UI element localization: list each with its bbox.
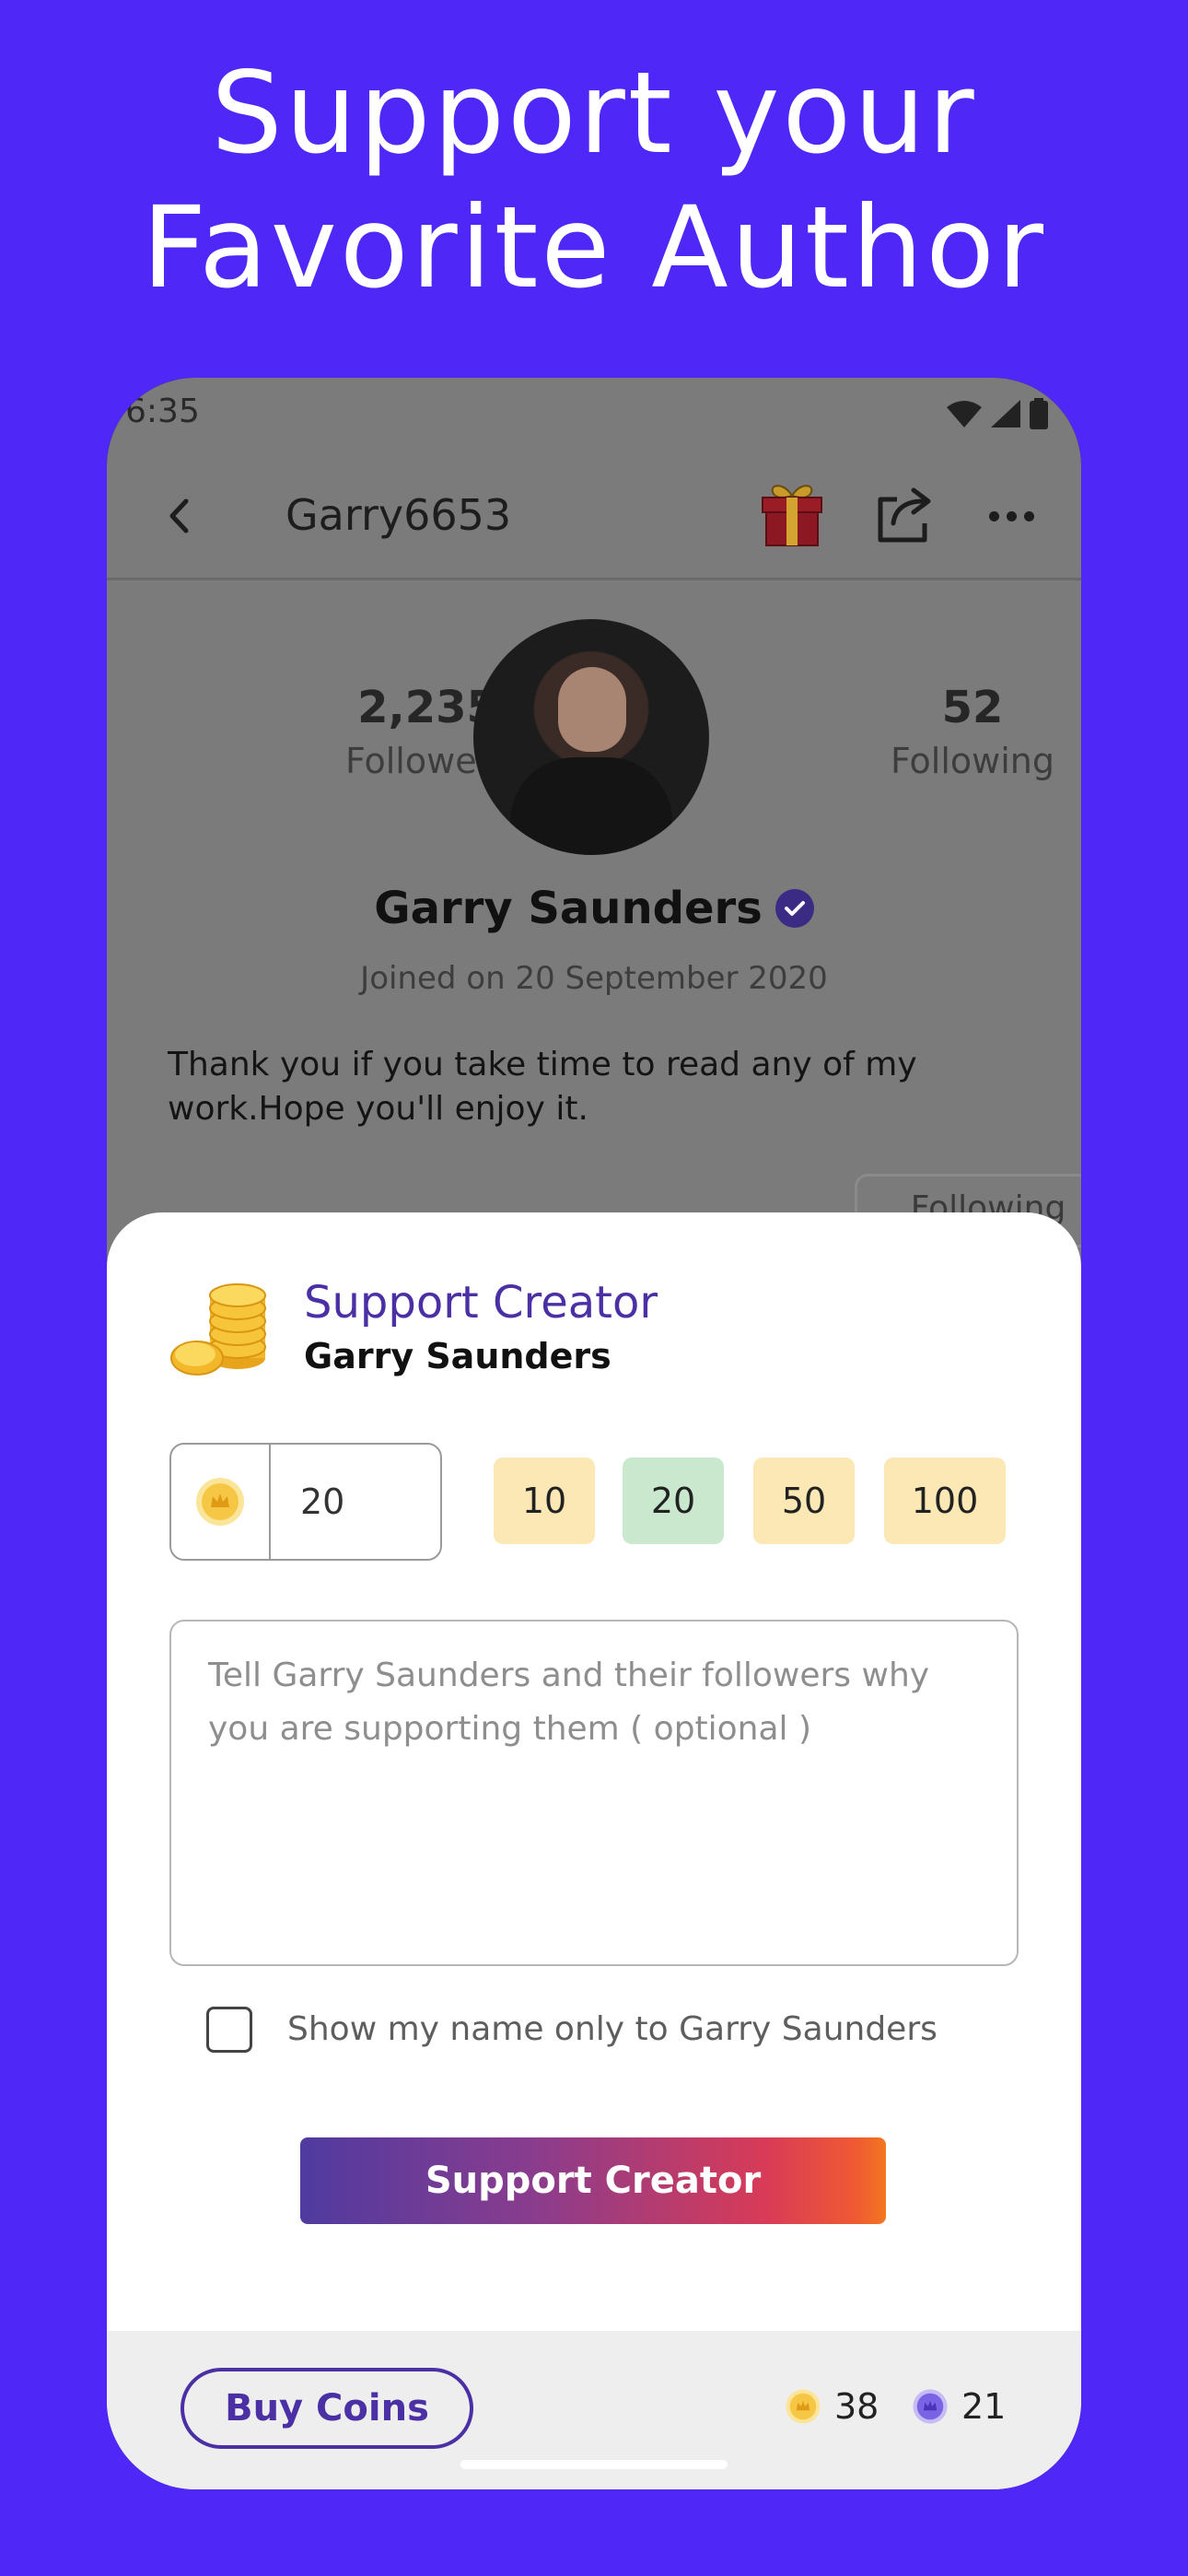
message-placeholder: Tell Garry Saunders and their followers …	[208, 1657, 930, 1748]
gold-balance: 38	[785, 2386, 879, 2427]
amount-chip-100[interactable]: 100	[884, 1458, 1006, 1544]
avatar	[473, 619, 709, 855]
amount-chip-10[interactable]: 10	[494, 1458, 595, 1544]
hero-title: Support your Favorite Author	[0, 46, 1188, 315]
show-name-checkbox[interactable]	[206, 2007, 252, 2053]
sheet-title: Support Creator	[304, 1277, 658, 1329]
chevron-left-icon	[169, 498, 189, 533]
support-message-input[interactable]: Tell Garry Saunders and their followers …	[169, 1620, 1019, 1966]
gold-coin-icon	[196, 1478, 244, 1526]
purple-balance: 21	[912, 2386, 1006, 2427]
show-name-label: Show my name only to Garry Saunders	[287, 2010, 938, 2048]
status-icons	[947, 398, 1048, 429]
joined-date: Joined on 20 September 2020	[360, 960, 828, 997]
creator-name: Garry Saunders	[304, 1336, 611, 1376]
status-bar: 6:35	[107, 378, 1081, 451]
support-creator-button[interactable]: Support Creator	[300, 2137, 886, 2224]
following-count: 52	[941, 682, 1004, 733]
hero-title-line2: Favorite Author	[141, 182, 1047, 313]
share-icon	[878, 487, 931, 543]
signal-icon	[991, 400, 1020, 427]
gift-icon	[762, 485, 822, 546]
gold-balance-value: 38	[834, 2386, 879, 2427]
coin-stack-icon	[170, 1283, 266, 1376]
profile-name-row: Garry Saunders	[107, 883, 1081, 934]
support-creator-sheet: Support Creator Garry Saunders 20 10 20 …	[107, 1212, 1081, 2489]
top-navbar: Garry6653	[107, 451, 1081, 580]
gold-coin-icon	[786, 2389, 821, 2424]
phone-frame: 6:35 Garry6653 2,235 Followers 52 Follow…	[107, 378, 1081, 2489]
more-options-button[interactable]	[982, 488, 1041, 544]
hero-title-line1: Support your	[211, 48, 977, 179]
profile-screen: 6:35 Garry6653 2,235 Followers 52 Follow…	[107, 378, 1081, 2489]
purple-balance-value: 21	[961, 2386, 1007, 2427]
purple-coin-icon	[913, 2389, 948, 2424]
gift-button[interactable]	[757, 479, 827, 549]
battery-icon	[1030, 398, 1048, 429]
wifi-icon	[947, 401, 982, 427]
profile-name: Garry Saunders	[374, 883, 763, 934]
coin-cell	[171, 1445, 271, 1559]
more-horizontal-icon	[988, 510, 999, 521]
back-button[interactable]	[151, 488, 206, 544]
coin-amount-value: 20	[300, 1481, 345, 1522]
share-button[interactable]	[871, 481, 938, 547]
coin-amount-input[interactable]: 20	[169, 1443, 442, 1561]
following-label: Following	[891, 741, 1054, 781]
verified-badge-icon	[775, 889, 814, 928]
status-time: 6:35	[125, 392, 200, 430]
nav-username: Garry6653	[285, 490, 512, 540]
buy-coins-button[interactable]: Buy Coins	[181, 2368, 473, 2449]
amount-chip-50[interactable]: 50	[753, 1458, 855, 1544]
profile-bio: Thank you if you take time to read any o…	[168, 1046, 917, 1128]
amount-chip-20[interactable]: 20	[623, 1458, 724, 1544]
following-stat[interactable]: 52 Following	[834, 682, 1081, 781]
home-indicator[interactable]	[460, 2460, 728, 2469]
